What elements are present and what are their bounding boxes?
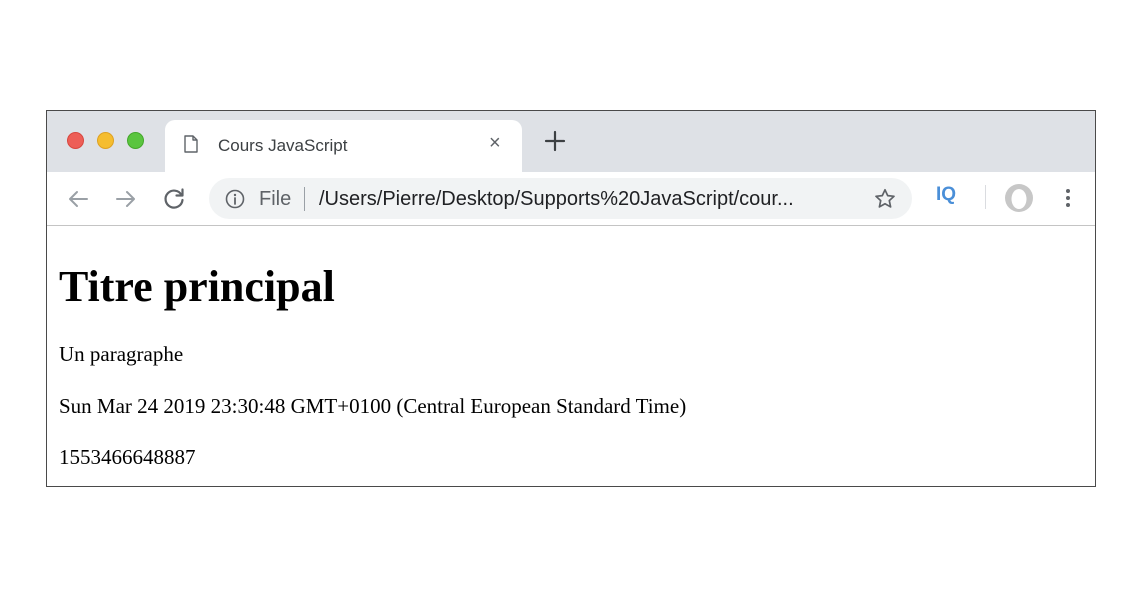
plus-icon[interactable] (544, 130, 566, 152)
close-window-button[interactable] (67, 132, 84, 149)
date-output: Sun Mar 24 2019 23:30:48 GMT+0100 (Centr… (59, 394, 687, 418)
reload-icon[interactable] (161, 186, 187, 212)
browser-window: Cours JavaScript × File /Users/Pierre/De (46, 110, 1096, 487)
tab-close-icon[interactable]: × (489, 133, 501, 153)
address-divider (304, 187, 305, 211)
avatar-icon[interactable] (1004, 183, 1034, 213)
minimize-window-button[interactable] (97, 132, 114, 149)
address-bar[interactable]: File /Users/Pierre/Desktop/Supports%20Ja… (209, 178, 912, 219)
forward-arrow-icon[interactable] (113, 186, 139, 212)
info-icon[interactable] (225, 189, 245, 209)
kebab-menu-icon[interactable] (1059, 186, 1077, 210)
page-content: Titre principal Un paragraphe Sun Mar 24… (47, 226, 1095, 486)
timestamp-output: 1553466648887 (59, 445, 196, 469)
tab-title: Cours JavaScript (218, 136, 348, 155)
back-arrow-icon[interactable] (65, 186, 91, 212)
tab-cours-javascript[interactable]: Cours JavaScript × (165, 120, 522, 172)
star-icon[interactable] (873, 187, 897, 211)
iq-extension-button[interactable]: IQ (936, 184, 956, 206)
url-text[interactable]: /Users/Pierre/Desktop/Supports%20JavaScr… (319, 188, 794, 211)
page-title: Titre principal (59, 262, 335, 311)
tab-strip: Cours JavaScript × (47, 111, 1095, 172)
maximize-window-button[interactable] (127, 132, 144, 149)
toolbar-divider (985, 185, 986, 209)
paragraph-text: Un paragraphe (59, 342, 184, 366)
page-icon (184, 135, 198, 153)
scheme-label: File (259, 188, 292, 210)
